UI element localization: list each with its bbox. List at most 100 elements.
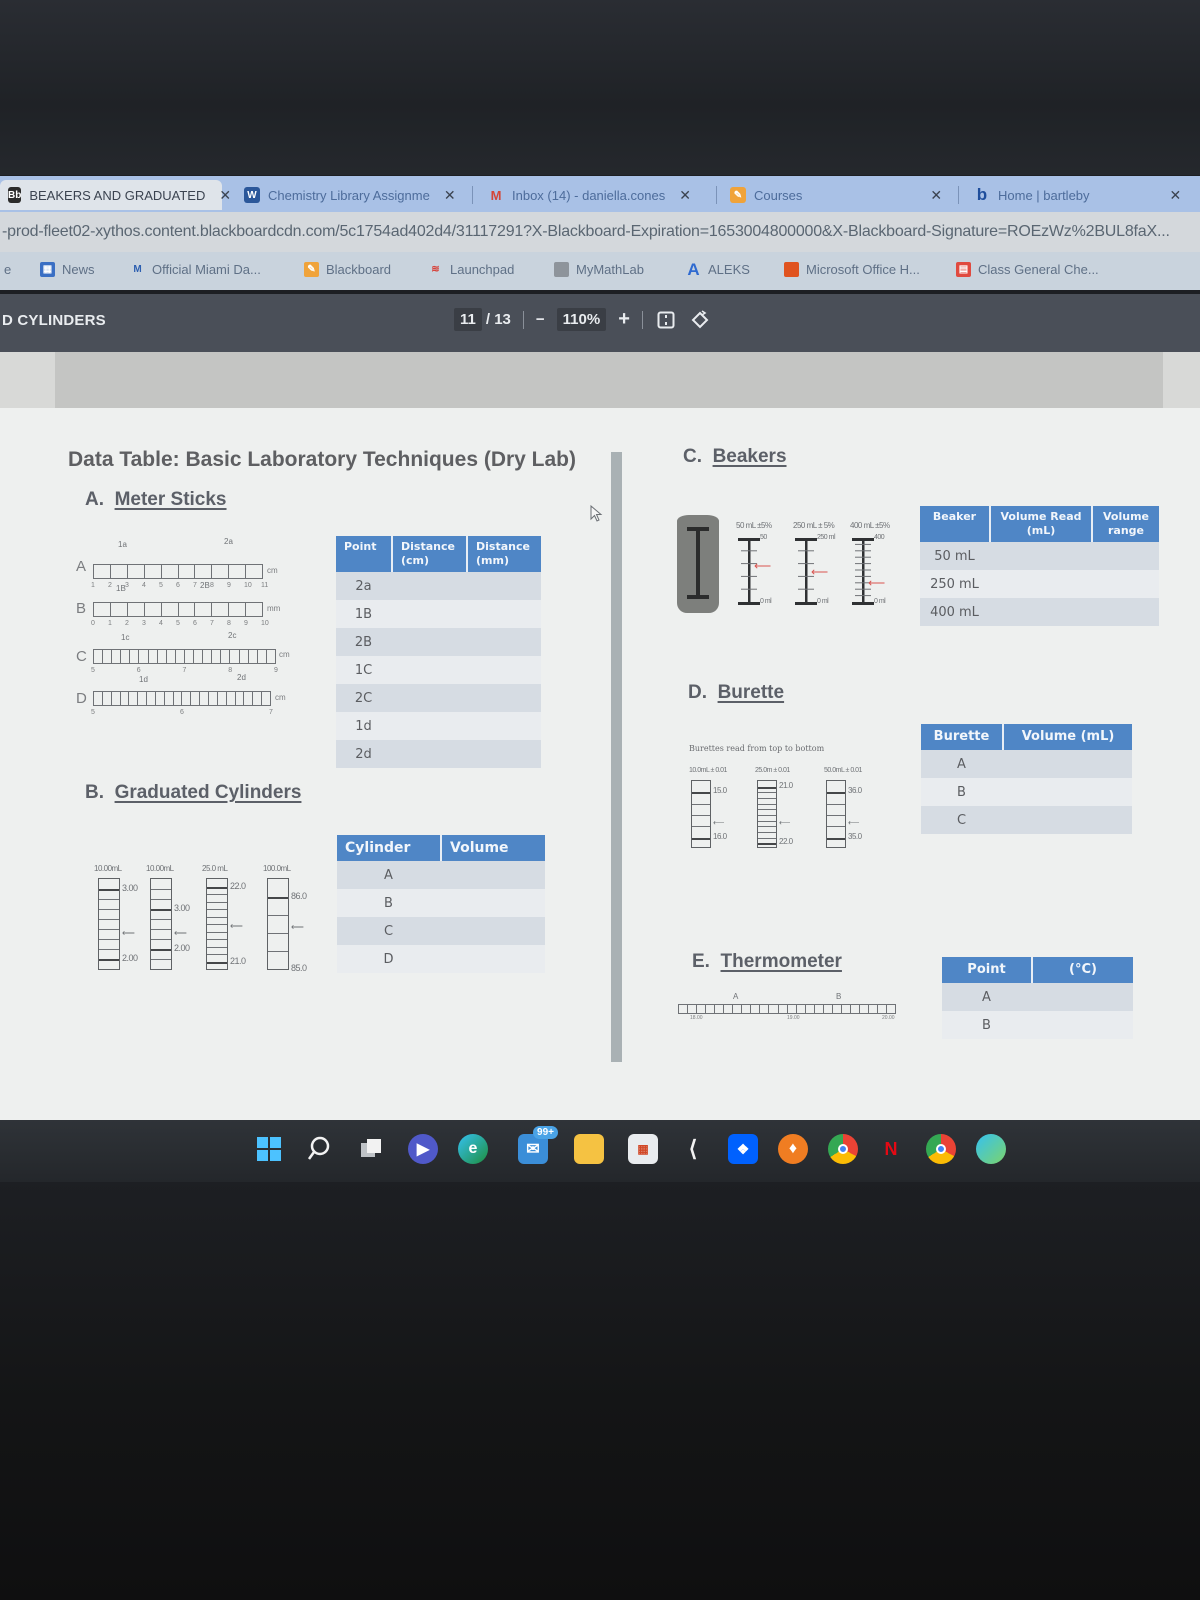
toolbar-separator [522,310,524,329]
tab-bartleby[interactable]: b Home | bartleby ✕ [966,180,1200,210]
tab-courses[interactable]: ✎ Courses ✕ [722,180,952,210]
close-icon[interactable]: ✕ [1170,187,1182,204]
tab-chemistry-library[interactable]: W Chemistry Library Assignme ✕ [236,180,464,210]
section-title: Meter Sticks [114,489,227,510]
burette-caption: 25.0m ± 0.01 [755,767,790,774]
brave-icon[interactable]: ♦ [778,1134,808,1164]
bookmark-launchpad[interactable]: ≋ Launchpad [428,262,514,277]
marker-1c: 1c [121,633,130,642]
input-cell[interactable] [392,684,467,712]
marker-1d: 1d [139,675,148,684]
url-text[interactable]: -prod-fleet02-xythos.content.blackboardc… [0,223,1170,241]
tab-beakers-and-graduated[interactable]: Bb BEAKERS AND GRADUATED ✕ [0,180,231,210]
section-title: Thermometer [720,951,842,972]
input-cell[interactable] [441,945,545,973]
input-cell[interactable] [1003,750,1132,778]
beaker-scale-bottom: 0 ml [874,598,886,605]
arrow-icon: ⟵ [848,817,859,827]
input-cell[interactable] [467,712,541,740]
bookmark-microsoft-office[interactable]: Microsoft Office H... [784,262,920,277]
arrow-icon: ⟵ [291,922,304,932]
file-explorer-icon[interactable] [574,1134,604,1164]
cylinder-bottom-value: 85.0 [291,963,307,973]
input-cell[interactable] [392,740,467,768]
search-icon[interactable] [304,1134,334,1164]
column-header: Volume range [1092,506,1159,542]
input-cell[interactable] [1092,598,1159,626]
input-cell[interactable] [441,889,545,917]
bookmark-news[interactable]: ▦ News [40,262,95,277]
input-cell[interactable] [467,628,541,656]
tick-label: 9 [274,667,278,674]
input-cell[interactable] [1003,806,1132,834]
close-icon[interactable]: ✕ [444,187,456,204]
office-icon [784,262,799,277]
meter-stick-d [93,691,271,706]
bookmark-label: Microsoft Office H... [806,262,920,277]
input-cell[interactable] [392,712,467,740]
bookmark-overflow[interactable]: e [4,262,11,277]
beaker-scale-top: 400 [874,534,885,541]
input-cell[interactable] [1092,570,1159,598]
input-cell[interactable] [441,861,545,889]
row-label-cell: 250 mL [920,570,990,598]
input-cell[interactable] [467,740,541,768]
input-cell[interactable] [467,684,541,712]
app-icon[interactable]: ⟨ [678,1134,708,1164]
input-cell[interactable] [467,572,541,600]
input-cell[interactable] [1092,542,1159,570]
thermometer-marker-b: B [836,992,842,1001]
meter-stick-a [93,564,263,579]
input-cell[interactable] [441,917,545,945]
edge-alt-icon[interactable] [976,1134,1006,1164]
input-cell[interactable] [1032,1011,1133,1039]
page-number-input[interactable]: 11 [454,308,482,331]
bookmark-blackboard[interactable]: ✎ Blackboard [304,262,391,277]
table-row: B [921,778,1132,806]
input-cell[interactable] [990,570,1092,598]
close-icon[interactable]: ✕ [930,187,942,204]
tick-label: 9 [244,620,248,627]
fit-page-icon[interactable] [655,309,677,331]
bookmark-aleks[interactable]: A ALEKS [686,260,750,279]
dropbox-icon[interactable]: ❖ [728,1134,758,1164]
teams-icon[interactable]: ▶ [408,1134,438,1164]
tab-inbox[interactable]: M Inbox (14) - daniella.cones ✕ [480,180,708,210]
launchpad-icon: ≋ [431,264,440,275]
input-cell[interactable] [467,600,541,628]
chrome-icon[interactable] [926,1134,956,1164]
bookmark-mymathlab[interactable]: MyMathLab [554,262,644,277]
table-row: 2C [336,684,541,712]
section-a-heading: A. Meter Sticks [85,489,227,511]
bookmark-official-miami-dade[interactable]: M Official Miami Da... [130,262,261,277]
input-cell[interactable] [1003,778,1132,806]
input-cell[interactable] [990,542,1092,570]
input-cell[interactable] [1032,983,1133,1011]
input-cell[interactable] [392,628,467,656]
beaker-scale-bottom: 0 ml [760,598,772,605]
input-cell[interactable] [990,598,1092,626]
cylinder-capacity-label: 10.00mL [94,864,122,873]
input-cell[interactable] [392,572,467,600]
zoom-level-input[interactable]: 110% [556,308,607,331]
input-cell[interactable] [392,656,467,684]
netflix-icon[interactable]: N [876,1134,906,1164]
row-label-cell: A [921,750,1003,778]
close-icon[interactable]: ✕ [679,187,691,204]
beaker-scale-caption: 400 mL ±5% [850,521,890,530]
rotate-icon[interactable] [689,309,711,331]
chrome-profile-icon[interactable] [828,1134,858,1164]
zoom-in-button[interactable]: + [618,308,630,331]
mail-icon[interactable]: ✉ 99+ [518,1126,558,1164]
input-cell[interactable] [467,656,541,684]
zoom-out-button[interactable]: − [536,311,545,328]
input-cell[interactable] [392,600,467,628]
task-view-icon[interactable] [356,1134,386,1164]
bookmark-class-general-chem[interactable]: ▤ Class General Che... [956,262,1099,277]
address-bar[interactable]: -prod-fleet02-xythos.content.blackboardc… [0,212,1200,252]
tab-label: Courses [754,187,803,203]
close-icon[interactable]: ✕ [219,187,231,204]
edge-icon[interactable]: e [458,1134,488,1164]
store-icon[interactable]: ▦ [628,1134,658,1164]
windows-start-icon[interactable] [254,1134,284,1164]
